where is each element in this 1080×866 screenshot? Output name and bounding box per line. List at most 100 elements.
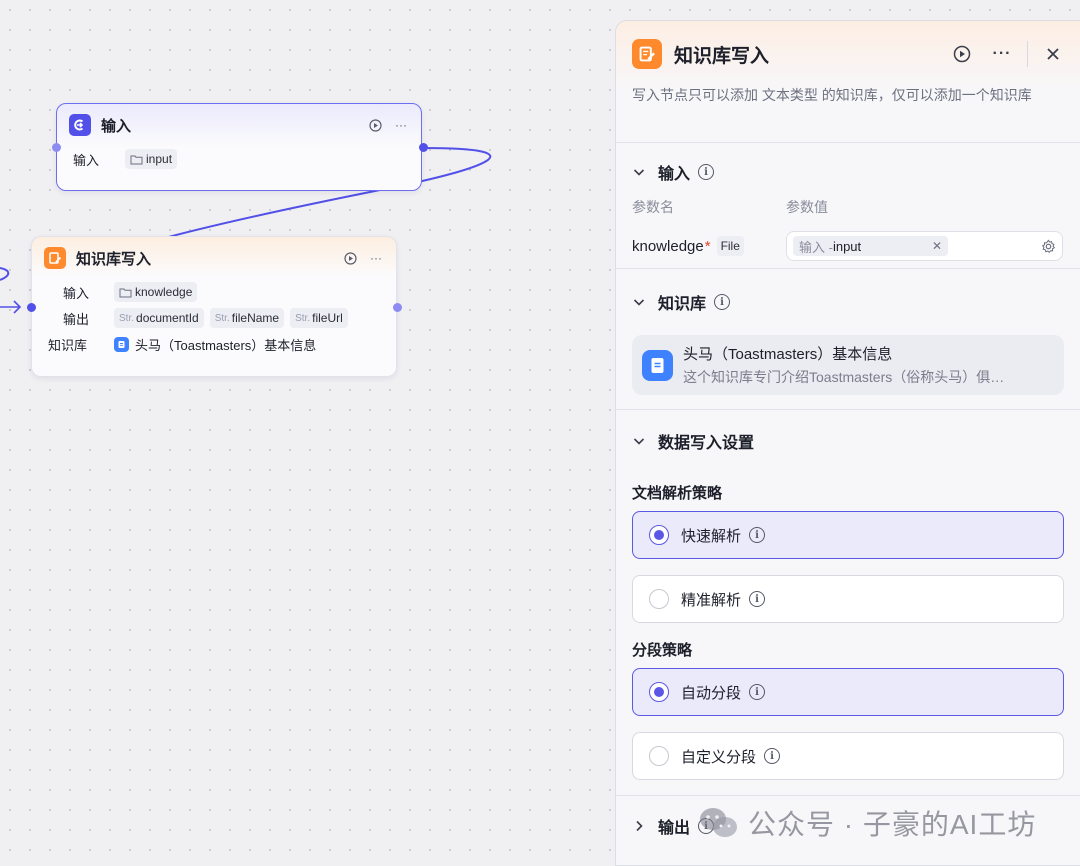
chunk-strategy-title: 分段策略 xyxy=(632,642,693,659)
more-icon[interactable]: ··· xyxy=(393,117,409,133)
kb-description: 这个知识库专门介绍Toastmasters（俗称头马）俱… xyxy=(683,369,1005,385)
node-title: 知识库写入 xyxy=(76,250,152,268)
output-name: fileUrl xyxy=(312,311,343,325)
input-node-icon xyxy=(69,114,91,136)
param-value-header: 参数值 xyxy=(786,199,828,215)
param-name-header: 参数名 xyxy=(632,199,674,215)
input-section-header[interactable]: 输入 i xyxy=(632,143,1064,201)
kw-node-right-port[interactable] xyxy=(393,303,402,312)
info-icon[interactable]: i xyxy=(749,527,766,543)
panel-title: 知识库写入 xyxy=(674,45,770,67)
chunk-option-auto[interactable]: 自动分段 i xyxy=(632,668,1064,716)
info-icon[interactable]: i xyxy=(698,164,715,180)
remove-icon[interactable]: ✕ xyxy=(932,239,942,253)
run-icon[interactable] xyxy=(342,250,358,266)
kb-doc-icon xyxy=(114,336,129,352)
option-label: 自动分段 xyxy=(681,684,742,702)
more-icon[interactable]: ··· xyxy=(368,250,384,266)
kw-node-left-port[interactable] xyxy=(27,303,36,312)
run-icon[interactable] xyxy=(367,117,383,133)
radio-selected[interactable] xyxy=(649,682,669,702)
row-label: 输入 xyxy=(62,285,89,301)
node-config-panel: 知识库写入 ··· 写入节点只可以添加 文本类型 的知识库，仅可以添加一个知识库… xyxy=(615,20,1080,866)
chevron-down-icon[interactable] xyxy=(632,434,646,448)
radio-selected[interactable] xyxy=(649,525,669,545)
knowledge-write-icon xyxy=(44,247,66,269)
wechat-logo-icon xyxy=(700,808,737,837)
option-label: 快速解析 xyxy=(681,527,742,545)
kb-value: 头马（Toastmasters）基本信息 xyxy=(114,335,316,354)
chunk-option-custom[interactable]: 自定义分段 i xyxy=(632,732,1064,780)
input-section: 输入 i 参数名 参数值 knowledge* File 输入 - input … xyxy=(616,143,1080,269)
input-node-right-port[interactable] xyxy=(419,143,428,152)
chevron-down-icon[interactable] xyxy=(632,295,646,309)
knowledge-write-icon xyxy=(632,39,662,69)
kb-section-header[interactable]: 知识库 i xyxy=(632,269,1064,335)
info-icon[interactable]: i xyxy=(764,748,781,764)
run-icon[interactable] xyxy=(951,43,973,65)
incoming-edge[interactable] xyxy=(0,300,22,314)
input-node[interactable]: 输入 ··· 输入 input xyxy=(56,103,422,191)
type-prefix: Str. xyxy=(214,312,230,324)
kb-value-text: 头马（Toastmasters）基本信息 xyxy=(135,337,317,353)
info-icon[interactable]: i xyxy=(749,591,766,607)
reference-chip[interactable]: 输入 - input ✕ xyxy=(793,236,948,256)
incoming-edge[interactable] xyxy=(0,267,10,281)
radio-unselected[interactable] xyxy=(649,746,669,766)
panel-header: 知识库写入 ··· 写入节点只可以添加 文本类型 的知识库，仅可以添加一个知识库 xyxy=(616,21,1080,143)
node-row: 输入 input xyxy=(57,146,421,172)
param-name: knowledge xyxy=(135,285,193,299)
param-tag: input xyxy=(125,149,178,169)
parse-option-precise[interactable]: 精准解析 i xyxy=(632,575,1064,623)
type-prefix: Str. xyxy=(295,312,311,324)
kb-name: 头马（Toastmasters）基本信息 xyxy=(683,346,893,363)
param-value-field[interactable]: 输入 - input ✕ xyxy=(786,231,1063,261)
ref-param: input xyxy=(832,238,862,254)
param-row: knowledge* File 输入 - input ✕ xyxy=(632,221,1064,271)
param-type-badge: File xyxy=(716,236,744,256)
output-tag: Str. fileUrl xyxy=(290,308,348,328)
node-row-output: 输出 Str. documentId Str. fileName Str. fileU… xyxy=(48,305,396,331)
kb-doc-icon xyxy=(642,349,673,381)
write-settings-header[interactable]: 数据写入设置 xyxy=(632,410,1064,472)
folder-icon xyxy=(130,155,143,164)
workflow-canvas[interactable]: 输入 ··· 输入 input 知识库写入 ··· 输入 knowledge 输… xyxy=(0,0,615,866)
node-header: 输入 ··· xyxy=(57,104,421,146)
more-icon[interactable]: ··· xyxy=(991,43,1013,65)
panel-description: 写入节点只可以添加 文本类型 的知识库，仅可以添加一个知识库 xyxy=(632,87,1032,103)
type-prefix: Str. xyxy=(119,312,135,324)
header-divider xyxy=(1027,41,1028,67)
param-tag: knowledge xyxy=(114,282,198,302)
required-mark: * xyxy=(704,237,711,255)
kb-text: 头马（Toastmasters）基本信息 这个知识库专门介绍Toastmaste… xyxy=(683,343,1045,387)
write-settings-section: 数据写入设置 文档解析策略 快速解析 i 精准解析 i 分段策略 自动分段 i … xyxy=(616,410,1080,796)
watermark: 公众号 · 子豪的AI工坊 xyxy=(698,803,1036,843)
param-name: input xyxy=(146,152,173,166)
info-icon[interactable]: i xyxy=(714,294,731,310)
param-header: 参数名 参数值 xyxy=(632,197,1064,217)
output-name: fileName xyxy=(231,311,280,325)
section-title: 知识库 xyxy=(658,296,707,313)
node-row-kb: 知识库 头马（Toastmasters）基本信息 xyxy=(48,331,396,357)
chevron-down-icon[interactable] xyxy=(632,165,646,179)
close-icon[interactable] xyxy=(1042,43,1064,65)
ref-source: 输入 - xyxy=(799,239,833,255)
parse-strategy-title: 文档解析策略 xyxy=(632,485,723,502)
option-label: 自定义分段 xyxy=(681,748,757,766)
output-tag: Str. documentId xyxy=(114,308,204,328)
settings-icon[interactable] xyxy=(1041,239,1056,254)
output-name: documentId xyxy=(136,311,199,325)
kb-card[interactable]: 头马（Toastmasters）基本信息 这个知识库专门介绍Toastmaste… xyxy=(632,335,1064,395)
section-title: 输出 xyxy=(658,820,691,837)
info-icon[interactable]: i xyxy=(749,684,766,700)
node-row-input: 输入 knowledge xyxy=(48,279,396,305)
node-body: 输入 knowledge 输出 Str. documentId Str. fileN… xyxy=(32,279,396,357)
section-title: 输入 xyxy=(658,166,691,183)
parse-option-fast[interactable]: 快速解析 i xyxy=(632,511,1064,559)
radio-unselected[interactable] xyxy=(649,589,669,609)
input-node-left-port[interactable] xyxy=(52,143,61,152)
knowledge-write-node[interactable]: 知识库写入 ··· 输入 knowledge 输出 Str. documentId… xyxy=(31,236,397,377)
chevron-right-icon[interactable] xyxy=(632,819,646,833)
panel-title-row: 知识库写入 ··· xyxy=(632,37,1064,71)
option-label: 精准解析 xyxy=(681,591,742,609)
